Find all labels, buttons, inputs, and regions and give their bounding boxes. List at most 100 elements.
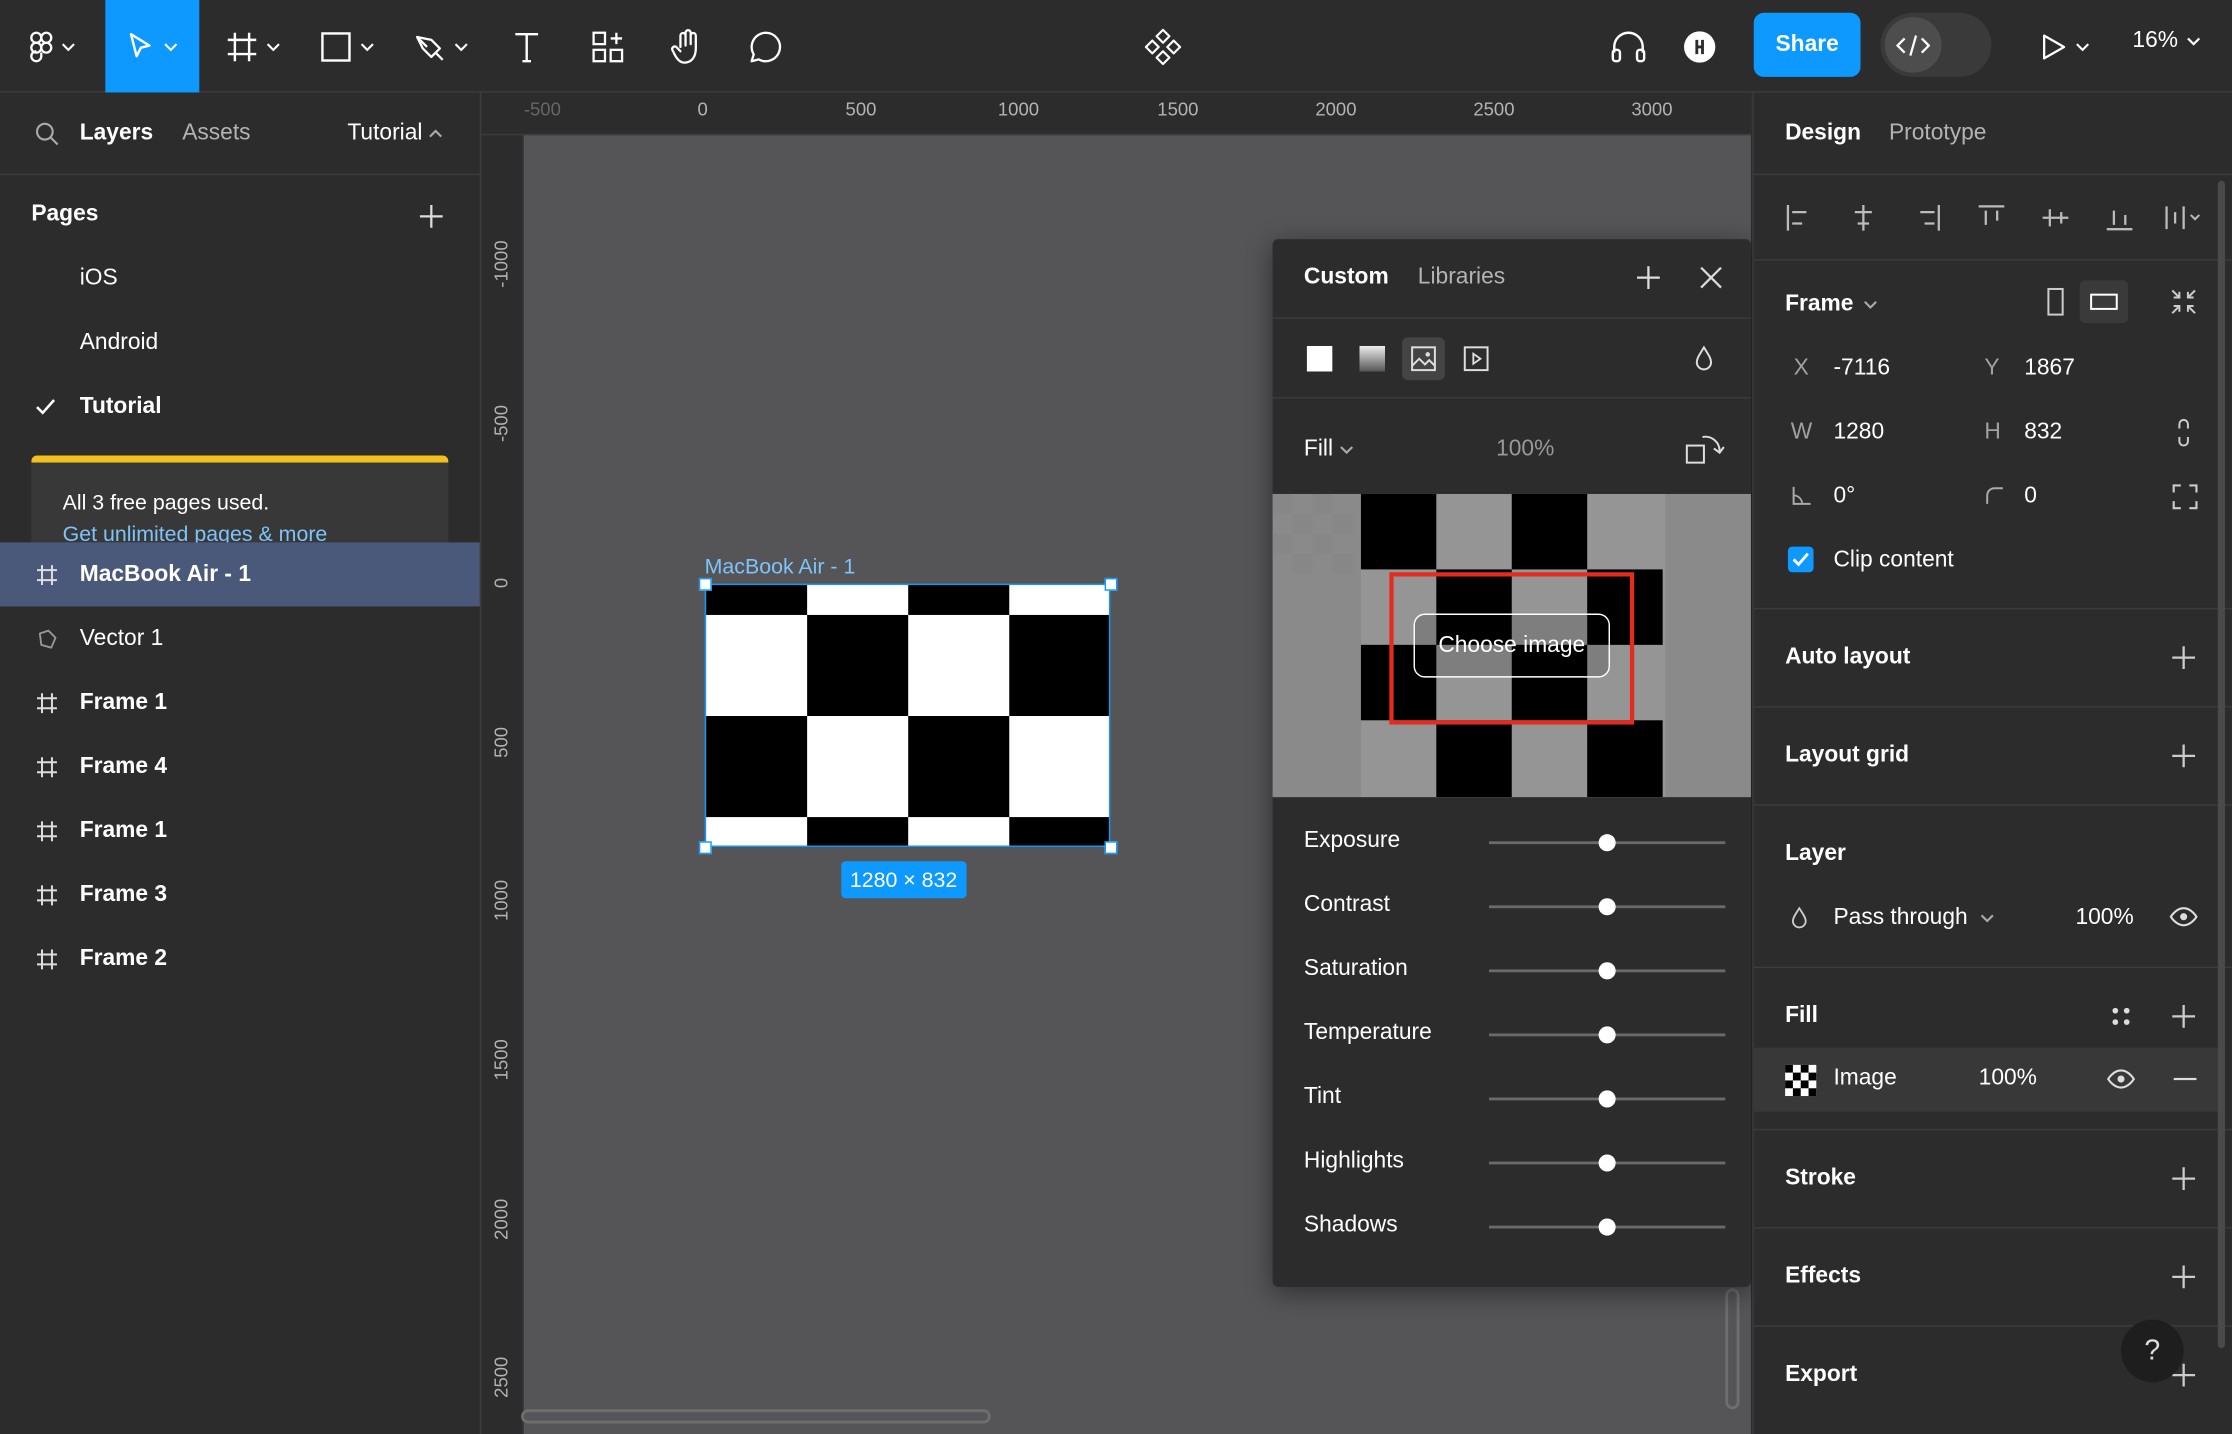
- remove-fill-icon[interactable]: [2172, 1077, 2198, 1081]
- component-center-button[interactable]: [1139, 0, 1187, 93]
- layer-row[interactable]: Vector 1: [0, 606, 480, 670]
- rotate-image-icon[interactable]: [1685, 433, 1725, 467]
- rotation-input[interactable]: 0°: [1833, 484, 1855, 510]
- zoom-menu[interactable]: 16%: [2132, 28, 2201, 54]
- slider-thumb[interactable]: [1598, 898, 1616, 916]
- slider-thumb[interactable]: [1598, 962, 1616, 980]
- hand-tool-button[interactable]: [663, 0, 711, 93]
- gradient-fill-icon[interactable]: [1351, 337, 1394, 380]
- corner-radius-input[interactable]: 0: [2024, 484, 2037, 510]
- landscape-icon[interactable]: [2079, 280, 2129, 324]
- audio-button[interactable]: [1603, 0, 1654, 93]
- contrast-slider[interactable]: [1488, 898, 1726, 916]
- slider-thumb[interactable]: [1598, 1154, 1616, 1172]
- layer-row[interactable]: Frame 2: [0, 927, 480, 991]
- temperature-slider[interactable]: [1488, 1026, 1726, 1044]
- image-fill-icon[interactable]: [1402, 337, 1445, 381]
- align-right-icon[interactable]: [1913, 204, 1941, 232]
- present-button[interactable]: [2033, 0, 2098, 93]
- blend-mode-dropdown[interactable]: Pass through: [1833, 905, 1994, 931]
- chevron-down-icon[interactable]: [1863, 300, 1877, 309]
- page-item-android[interactable]: Android: [80, 330, 159, 356]
- slider-thumb[interactable]: [1598, 834, 1616, 852]
- y-input[interactable]: 1867: [2024, 356, 2075, 382]
- help-button[interactable]: ?: [2121, 1319, 2184, 1383]
- eye-icon[interactable]: [2106, 1069, 2136, 1089]
- page-item-ios[interactable]: iOS: [80, 266, 118, 292]
- saturation-slider[interactable]: [1488, 962, 1726, 980]
- resize-handle[interactable]: [1104, 841, 1118, 855]
- right-panel-scrollbar[interactable]: [2217, 180, 2225, 1349]
- independent-corners-icon[interactable]: [2172, 484, 2198, 510]
- layer-row[interactable]: Frame 3: [0, 863, 480, 927]
- shape-tool-button[interactable]: [310, 0, 384, 93]
- exposure-slider[interactable]: [1488, 834, 1726, 852]
- image-swatch-icon[interactable]: [1785, 1064, 1817, 1097]
- x-input[interactable]: -7116: [1833, 356, 1890, 382]
- image-opacity[interactable]: 100%: [1496, 437, 1554, 463]
- dev-mode-toggle[interactable]: [1880, 12, 1992, 77]
- layer-opacity-input[interactable]: 100%: [2075, 905, 2133, 931]
- upgrade-link[interactable]: Get unlimited pages & more: [63, 522, 328, 543]
- align-left-icon[interactable]: [1785, 204, 1813, 232]
- styles-icon[interactable]: [2110, 1005, 2133, 1028]
- portrait-icon[interactable]: [2047, 287, 2064, 316]
- fill-row[interactable]: Image 100%: [1753, 1047, 2218, 1112]
- main-menu-button[interactable]: [20, 0, 85, 93]
- share-button[interactable]: Share: [1753, 12, 1861, 77]
- align-center-horizontal-icon[interactable]: [1849, 204, 1877, 232]
- align-top-icon[interactable]: [1977, 204, 2005, 232]
- choose-image-button[interactable]: Choose image: [1413, 613, 1610, 678]
- vertical-scrollbar[interactable]: [1725, 1288, 1740, 1410]
- move-tool-button[interactable]: [105, 0, 200, 93]
- tab-libraries[interactable]: Libraries: [1418, 265, 1505, 291]
- resize-handle[interactable]: [1104, 577, 1118, 591]
- text-tool-button[interactable]: [504, 0, 550, 93]
- blend-mode-icon[interactable]: [1683, 337, 1726, 380]
- align-bottom-icon[interactable]: [2105, 204, 2133, 232]
- width-input[interactable]: 1280: [1833, 420, 1884, 446]
- close-icon[interactable]: [1700, 266, 1723, 289]
- layer-row[interactable]: Frame 1: [0, 799, 480, 863]
- frame-section-title[interactable]: Frame: [1785, 292, 1853, 318]
- search-icon[interactable]: [34, 121, 60, 147]
- highlights-slider[interactable]: [1488, 1154, 1726, 1172]
- shadows-slider[interactable]: [1488, 1218, 1726, 1236]
- height-input[interactable]: 832: [2024, 420, 2062, 446]
- user-avatar[interactable]: [1677, 0, 1723, 93]
- layer-row[interactable]: Frame 4: [0, 735, 480, 799]
- fill-opacity-input[interactable]: 100%: [1979, 1066, 2037, 1092]
- video-fill-icon[interactable]: [1455, 337, 1498, 380]
- resize-handle[interactable]: [698, 841, 712, 855]
- tab-assets[interactable]: Assets: [182, 121, 250, 147]
- tab-prototype[interactable]: Prototype: [1889, 121, 1986, 147]
- resize-handle[interactable]: [698, 577, 712, 591]
- tint-slider[interactable]: [1488, 1090, 1726, 1108]
- add-stroke-icon[interactable]: [2171, 1166, 2197, 1192]
- slider-thumb[interactable]: [1598, 1026, 1616, 1044]
- eye-icon[interactable]: [2169, 907, 2198, 927]
- page-item-tutorial[interactable]: Tutorial: [80, 394, 162, 420]
- layer-row[interactable]: MacBook Air - 1: [0, 542, 480, 607]
- frame-tool-button[interactable]: [216, 0, 290, 93]
- slider-thumb[interactable]: [1598, 1090, 1616, 1108]
- page-menu[interactable]: Tutorial: [347, 121, 443, 147]
- clip-content-checkbox[interactable]: [1787, 546, 1814, 573]
- tab-layers[interactable]: Layers: [80, 121, 153, 147]
- resources-button[interactable]: [584, 0, 632, 93]
- tab-custom[interactable]: Custom: [1304, 265, 1389, 291]
- add-page-icon[interactable]: [419, 204, 445, 230]
- tab-design[interactable]: Design: [1785, 121, 1861, 147]
- solid-fill-icon[interactable]: [1298, 337, 1341, 380]
- add-layout-grid-icon[interactable]: [2171, 743, 2197, 769]
- align-center-vertical-icon[interactable]: [2041, 204, 2069, 232]
- frame-label[interactable]: MacBook Air - 1: [705, 555, 856, 579]
- layer-row[interactable]: Frame 1: [0, 670, 480, 734]
- comment-tool-button[interactable]: [742, 0, 790, 93]
- distribute-icon[interactable]: [2164, 204, 2204, 232]
- constrain-proportions-icon[interactable]: [2177, 417, 2191, 448]
- pen-tool-button[interactable]: [404, 0, 478, 93]
- slider-thumb[interactable]: [1598, 1218, 1616, 1236]
- horizontal-scrollbar[interactable]: [521, 1409, 991, 1424]
- plus-icon[interactable]: [1636, 265, 1662, 291]
